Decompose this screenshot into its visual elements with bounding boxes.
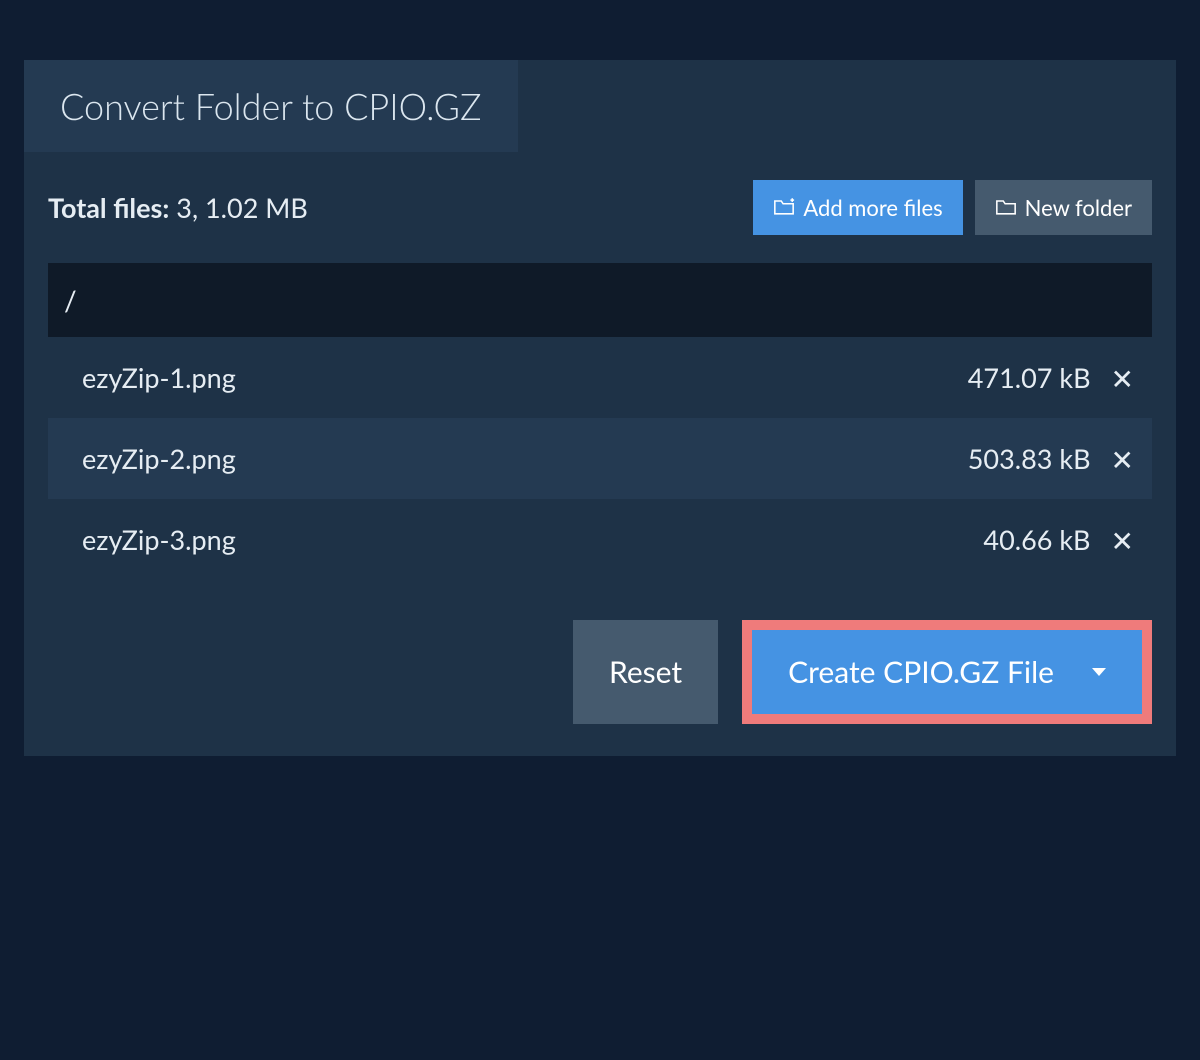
file-size: 40.66 kB <box>983 523 1090 556</box>
create-file-label: Create CPIO.GZ File <box>788 654 1054 690</box>
table-row: ezyZip-2.png 503.83 kB ✕ <box>48 418 1152 499</box>
reset-button[interactable]: Reset <box>573 620 718 724</box>
total-files-label: Total files: <box>48 191 169 224</box>
file-size: 471.07 kB <box>968 361 1091 394</box>
remove-file-icon[interactable]: ✕ <box>1111 526 1134 554</box>
remove-file-icon[interactable]: ✕ <box>1111 364 1134 392</box>
file-name: ezyZip-3.png <box>82 523 983 556</box>
new-folder-label: New folder <box>1025 194 1132 221</box>
add-more-files-label: Add more files <box>803 194 942 221</box>
add-more-files-button[interactable]: Add more files <box>753 180 962 235</box>
create-button-highlight: Create CPIO.GZ File <box>742 620 1152 724</box>
total-files-value: 3, 1.02 MB <box>176 191 308 224</box>
tab-title: Convert Folder to CPIO.GZ <box>24 60 518 152</box>
total-files: Total files: 3, 1.02 MB <box>48 191 308 224</box>
new-folder-button[interactable]: New folder <box>975 180 1152 235</box>
path-header: / <box>48 263 1152 337</box>
file-size: 503.83 kB <box>968 442 1091 475</box>
folder-plus-icon <box>773 194 795 221</box>
file-table: / ezyZip-1.png 471.07 kB ✕ ezyZip-2.png … <box>48 263 1152 580</box>
topbar: Total files: 3, 1.02 MB Add more files <box>48 180 1152 235</box>
folder-icon <box>995 194 1017 221</box>
table-row: ezyZip-1.png 471.07 kB ✕ <box>48 337 1152 418</box>
converter-panel: Convert Folder to CPIO.GZ Total files: 3… <box>24 60 1176 756</box>
remove-file-icon[interactable]: ✕ <box>1111 445 1134 473</box>
file-name: ezyZip-1.png <box>82 361 968 394</box>
caret-down-icon <box>1092 668 1106 676</box>
panel-content: Total files: 3, 1.02 MB Add more files <box>24 152 1176 756</box>
action-bar: Reset Create CPIO.GZ File <box>48 620 1152 724</box>
table-row: ezyZip-3.png 40.66 kB ✕ <box>48 499 1152 580</box>
create-file-button[interactable]: Create CPIO.GZ File <box>752 630 1142 714</box>
file-name: ezyZip-2.png <box>82 442 968 475</box>
